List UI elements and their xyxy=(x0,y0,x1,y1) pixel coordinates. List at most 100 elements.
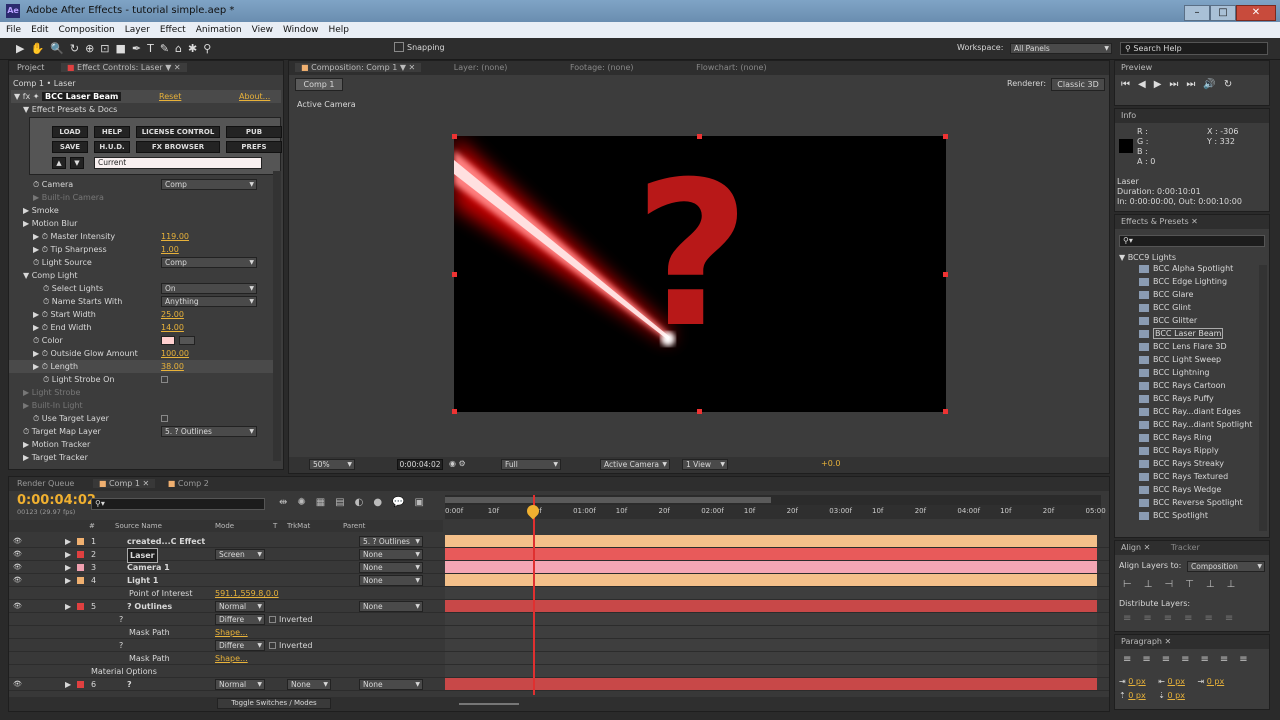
handle-tr[interactable] xyxy=(943,134,948,139)
prop-row-name-starts-with[interactable]: ⏱ Name Starts With Anything xyxy=(9,295,273,308)
layer-row[interactable]: 👁 ▶ 5 ? Outlines Normal None xyxy=(9,600,1109,613)
layer-expand-toggle[interactable]: ▶ xyxy=(65,574,71,587)
eyedropper-icon[interactable] xyxy=(179,336,195,345)
layer-duration-bar[interactable] xyxy=(445,678,1097,690)
stopwatch-icon[interactable]: ▶ xyxy=(33,193,42,202)
layer-parent-dropdown[interactable]: 5. ? Outlines xyxy=(359,536,423,547)
camera-view-dropdown[interactable]: Active Camera xyxy=(600,459,670,470)
close-button[interactable]: ✕ xyxy=(1236,5,1276,21)
prop-row-tip-sharpness[interactable]: ▶ ⏱ Tip Sharpness 1.00 xyxy=(9,243,273,256)
layer-duration-bar[interactable] xyxy=(445,561,1097,573)
stopwatch-icon[interactable]: ⏱ xyxy=(43,375,52,384)
stopwatch-icon[interactable]: ▶ ⏱ xyxy=(33,362,50,371)
layer-name[interactable]: ? xyxy=(119,639,123,652)
effect-item[interactable]: BCC Ray...diant Edges xyxy=(1139,406,1241,418)
layer-duration-bar[interactable] xyxy=(445,600,1097,612)
effect-item[interactable]: BCC Lightning xyxy=(1139,367,1209,379)
left-scrollbar[interactable] xyxy=(273,171,281,461)
load-button[interactable]: LOAD xyxy=(52,126,88,138)
menu-file[interactable]: File xyxy=(6,25,21,35)
toggle-switches-button[interactable]: Toggle Switches / Modes xyxy=(217,698,331,709)
color-swatch[interactable] xyxy=(161,336,175,345)
about-link[interactable]: About... xyxy=(239,90,270,103)
inverted-checkbox[interactable] xyxy=(269,642,276,649)
layer-parent-dropdown[interactable]: None xyxy=(359,679,423,690)
layer-name[interactable]: Light 1 xyxy=(127,574,158,587)
layer-row[interactable]: Point of Interest 591.1,559.8,0.0 xyxy=(9,587,1109,600)
menu-window[interactable]: Window xyxy=(283,25,319,35)
tab-layer[interactable]: Layer: (none) xyxy=(454,63,508,72)
effects-search-input[interactable]: ⚲▾ xyxy=(1119,235,1265,247)
layer-trkmat-dropdown[interactable]: None xyxy=(287,679,331,690)
comp-viewer[interactable]: ? xyxy=(454,136,946,412)
snapping-checkbox[interactable] xyxy=(394,42,404,52)
stopwatch-icon[interactable]: ▶ ⏱ xyxy=(33,245,50,254)
layer-mode-dropdown[interactable]: Differe xyxy=(215,614,265,625)
save-button[interactable]: SAVE xyxy=(52,141,88,153)
layer-duration-bar[interactable] xyxy=(445,639,1097,651)
layer-name[interactable]: ? xyxy=(119,613,123,626)
layer-row[interactable]: Mask Path Shape... xyxy=(9,652,1109,665)
prop-row-length[interactable]: ▶ ⏱ Length 38.00 xyxy=(9,360,273,373)
layer-row[interactable]: 👁 ▶ 3 Camera 1 None xyxy=(9,561,1109,574)
current-time-indicator[interactable] xyxy=(533,495,535,695)
prop-row-comp-light[interactable]: ▼ Comp Light xyxy=(9,269,273,282)
effect-item[interactable]: BCC Rays Wedge xyxy=(1139,484,1221,496)
prop-value[interactable]: 119.00 xyxy=(161,230,189,243)
effect-item[interactable]: BCC Rays Ripply xyxy=(1139,445,1219,457)
stopwatch-icon[interactable]: ⏱ xyxy=(33,414,42,423)
layer-mode-dropdown[interactable]: Normal xyxy=(215,679,265,690)
prop-row-smoke[interactable]: ▶ Smoke xyxy=(9,204,273,217)
effect-item[interactable]: BCC Rays Ring xyxy=(1139,432,1212,444)
stopwatch-icon[interactable]: ▶ ⏱ xyxy=(33,232,50,241)
tab-comp2[interactable]: ■ Comp 2 xyxy=(168,479,209,488)
stopwatch-icon[interactable]: ⏱ xyxy=(33,258,42,267)
tab-project[interactable]: Project xyxy=(17,63,44,72)
time-ruler[interactable]: 0:00f 10f 20f 01:00f 10f 20f 02:00f 10f 20f 03:00… xyxy=(445,505,1106,519)
prop-row-start-width[interactable]: ▶ ⏱ Start Width 25.00 xyxy=(9,308,273,321)
layer-name[interactable]: Material Options xyxy=(91,665,157,678)
layer-parent-dropdown[interactable]: None xyxy=(359,601,423,612)
prop-row-light-strobe-on[interactable]: ⏱ Light Strobe On xyxy=(9,373,273,386)
layer-duration-bar[interactable] xyxy=(445,613,1097,625)
prop-dropdown[interactable]: Anything xyxy=(161,296,257,307)
prop-row-motion-tracker[interactable]: ▶ Motion Tracker xyxy=(9,438,273,451)
stopwatch-icon[interactable]: ▶ ⏱ xyxy=(33,349,50,358)
tab-align[interactable]: Align xyxy=(1121,543,1141,552)
space-after[interactable]: 0 px xyxy=(1168,691,1185,700)
timeline-switches[interactable]: ⇹✺▦▤◐●💬▣ xyxy=(279,497,434,508)
layer-name[interactable]: Point of Interest xyxy=(129,587,193,600)
visibility-eye-icon[interactable]: 👁 xyxy=(13,561,22,574)
layer-row[interactable]: 👁 ▶ 4 Light 1 None xyxy=(9,574,1109,587)
prop-row-outside-glow-amount[interactable]: ▶ ⏱ Outside Glow Amount 100.00 xyxy=(9,347,273,360)
menu-help[interactable]: Help xyxy=(328,25,349,35)
prop-row-target-map-layer[interactable]: ⏱ Target Map Layer 5. ? Outlines xyxy=(9,425,273,438)
effect-item[interactable]: BCC Rays Cartoon xyxy=(1139,380,1226,392)
layer-duration-bar[interactable] xyxy=(445,548,1097,560)
effect-item[interactable]: BCC Glitter xyxy=(1139,315,1197,327)
menu-edit[interactable]: Edit xyxy=(31,25,48,35)
prop-dropdown[interactable]: Comp xyxy=(161,179,257,190)
layer-row[interactable]: 👁▶2LaserScreenNone xyxy=(9,548,1109,563)
layer-mode-dropdown[interactable]: Screen xyxy=(215,549,265,560)
stopwatch-icon[interactable]: ⏱ xyxy=(43,297,52,306)
layer-duration-bar[interactable] xyxy=(445,587,1097,599)
layer-parent-dropdown[interactable]: None xyxy=(359,575,423,586)
prop-value[interactable]: 14.00 xyxy=(161,321,184,334)
stopwatch-icon[interactable]: ▶ xyxy=(23,388,32,397)
effect-item[interactable]: BCC Rays Puffy xyxy=(1139,393,1214,405)
prop-checkbox[interactable] xyxy=(161,376,168,383)
stopwatch-icon[interactable]: ⏱ xyxy=(33,180,42,189)
prop-row-built-in-light[interactable]: ▶ Built-In Light xyxy=(9,399,273,412)
stopwatch-icon[interactable]: ▶ xyxy=(23,219,32,228)
visibility-eye-icon[interactable]: 👁 xyxy=(13,574,22,587)
tab-flowchart[interactable]: Flowchart: (none) xyxy=(696,63,767,72)
space-before[interactable]: 0 px xyxy=(1128,691,1145,700)
layer-duration-bar[interactable] xyxy=(445,574,1097,586)
viewer-timecode[interactable]: 0:00:04:02 xyxy=(397,459,443,470)
effect-item[interactable]: BCC Ray...diant Spotlight xyxy=(1139,419,1252,431)
timeline-timecode[interactable]: 0:00:04:02 xyxy=(17,493,96,508)
tab-render-queue[interactable]: Render Queue xyxy=(17,479,74,488)
effect-item[interactable]: BCC Rays Textured xyxy=(1139,471,1228,483)
reset-link[interactable]: Reset xyxy=(159,90,181,103)
